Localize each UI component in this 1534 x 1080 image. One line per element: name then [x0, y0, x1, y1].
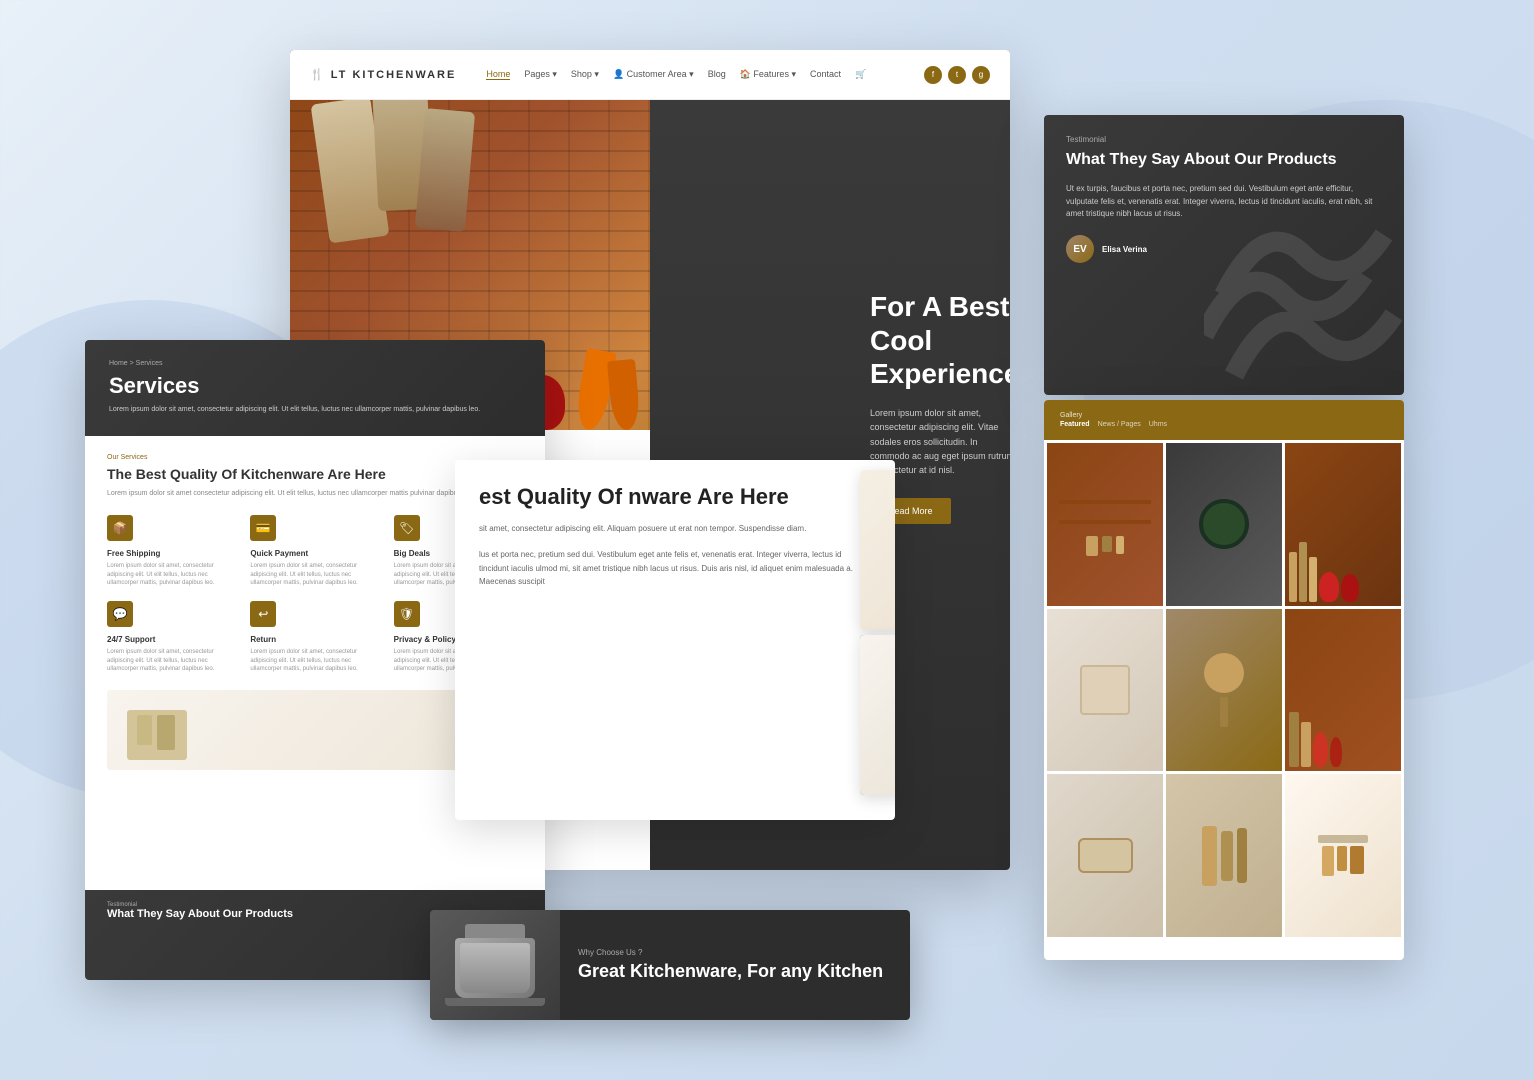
gallery-cell-8[interactable]: [1166, 774, 1282, 937]
service-desc-support: Lorem ipsum dolor sit amet, consectetur …: [107, 648, 236, 673]
promo-card: Why Choose Us ? Great Kitchenware, For a…: [430, 910, 910, 1020]
gallery-cell-5[interactable]: [1166, 609, 1282, 772]
hero-headline: For A Best Cool Experience: [870, 290, 1010, 391]
nav-customer[interactable]: 👤 Customer Area ▾: [613, 69, 694, 80]
testimonial-body: Ut ex turpis, faucibus et porta nec, pre…: [1066, 183, 1382, 221]
testimonial-label: Testimonial: [1066, 135, 1382, 144]
service-item-payment: 💳 Quick Payment Lorem ipsum dolor sit am…: [250, 515, 379, 587]
service-item-support: 💬 24/7 Support Lorem ipsum dolor sit ame…: [107, 601, 236, 673]
gallery-card: Gallery Featured News / Pages Uhms: [1044, 400, 1404, 960]
gallery-cell-1[interactable]: [1047, 443, 1163, 606]
gallery-nav-featured[interactable]: Featured: [1060, 421, 1090, 428]
author-name: Elisa Verina: [1102, 245, 1147, 254]
service-name-return: Return: [250, 635, 276, 644]
testimonial-card: Testimonial What They Say About Our Prod…: [1044, 115, 1404, 395]
service-icon-support: 💬: [107, 601, 133, 627]
promo-subtitle: Why Choose Us ?: [578, 948, 883, 957]
social-twitter[interactable]: t: [948, 66, 966, 84]
nav-features[interactable]: 🏠 Features ▾: [740, 69, 796, 80]
service-name-deals: Big Deals: [394, 549, 430, 558]
gallery-cell-6[interactable]: [1285, 609, 1401, 772]
nav-cart[interactable]: 🛒: [855, 69, 866, 80]
cutting-board-3: [415, 108, 475, 232]
services-breadcrumb: Home > Services: [109, 360, 521, 367]
service-icon-return: ↩: [250, 601, 276, 627]
promo-title: Great Kitchenware, For any Kitchen: [578, 961, 883, 983]
brand-logo: 🍴 LT KITCHENWARE: [310, 68, 456, 81]
social-google[interactable]: g: [972, 66, 990, 84]
shelf-item-1: [137, 715, 152, 745]
quality-title: est Quality Of nware Are Here: [479, 484, 871, 510]
testimonial-title: What They Say About Our Products: [1066, 150, 1382, 171]
shelf-item-2: [157, 715, 175, 750]
quality-body-2: lus et porta nec, pretium sed dui. Vesti…: [479, 548, 871, 589]
testimonial-content: Testimonial What They Say About Our Prod…: [1044, 115, 1404, 283]
service-icon-shipping: 📦: [107, 515, 133, 541]
gallery-cell-3[interactable]: [1285, 443, 1401, 606]
nav-shop[interactable]: Shop ▾: [571, 69, 599, 80]
service-icon-payment: 💳: [250, 515, 276, 541]
gallery-nav-news[interactable]: News / Pages: [1098, 421, 1141, 428]
services-page-title: Services: [109, 373, 521, 399]
promo-text: Why Choose Us ? Great Kitchenware, For a…: [560, 934, 901, 997]
nav-home[interactable]: Home: [486, 69, 510, 80]
social-facebook[interactable]: f: [924, 66, 942, 84]
gallery-nav-uhms[interactable]: Uhms: [1149, 421, 1167, 428]
service-icon-deals: 🏷: [394, 515, 420, 541]
gallery-cell-9[interactable]: [1285, 774, 1401, 937]
nav-social-icons: f t g: [924, 66, 990, 84]
author-avatar: EV: [1066, 235, 1094, 263]
service-name-payment: Quick Payment: [250, 549, 308, 558]
nav-blog[interactable]: Blog: [708, 69, 726, 80]
carrot-2: [607, 359, 641, 430]
quality-image-bottom: [860, 635, 895, 795]
gallery-nav: Featured News / Pages Uhms: [1060, 421, 1388, 428]
services-page-desc: Lorem ipsum dolor sit amet, consectetur …: [109, 405, 521, 416]
nav-contact[interactable]: Contact: [810, 69, 841, 80]
testimonial-author: EV Elisa Verina: [1066, 235, 1382, 263]
nav-links: Home Pages ▾ Shop ▾ 👤 Customer Area ▾ Bl…: [486, 69, 866, 80]
gallery-header: Gallery Featured News / Pages Uhms: [1044, 400, 1404, 440]
nav-pages[interactable]: Pages ▾: [524, 69, 557, 80]
service-name-shipping: Free Shipping: [107, 549, 160, 558]
hero-navbar: 🍴 LT KITCHENWARE Home Pages ▾ Shop ▾ 👤 C…: [290, 50, 1010, 100]
service-name-privacy: Privacy & Policy: [394, 635, 456, 644]
service-desc-payment: Lorem ipsum dolor sit amet, consectetur …: [250, 562, 379, 587]
gallery-cell-2[interactable]: [1166, 443, 1282, 606]
gallery-cell-4[interactable]: [1047, 609, 1163, 772]
quality-body-1: sit amet, consectetur adipiscing elit. A…: [479, 522, 871, 536]
brand-name: LT KITCHENWARE: [331, 69, 457, 81]
gallery-cell-7[interactable]: [1047, 774, 1163, 937]
pot-shape: [455, 938, 535, 998]
service-item-return: ↩ Return Lorem ipsum dolor sit amet, con…: [250, 601, 379, 673]
service-desc-return: Lorem ipsum dolor sit amet, consectetur …: [250, 648, 379, 673]
service-item-shipping: 📦 Free Shipping Lorem ipsum dolor sit am…: [107, 515, 236, 587]
gallery-grid: [1044, 440, 1404, 940]
service-icon-privacy: 🛡: [394, 601, 420, 627]
gallery-label: Gallery: [1060, 412, 1388, 419]
services-header: Home > Services Services Lorem ipsum dol…: [85, 340, 545, 436]
service-name-support: 24/7 Support: [107, 635, 155, 644]
service-desc-shipping: Lorem ipsum dolor sit amet, consectetur …: [107, 562, 236, 587]
promo-image: [430, 910, 560, 1020]
quality-image-top: [860, 470, 895, 630]
quality-card: est Quality Of nware Are Here sit amet, …: [455, 460, 895, 820]
